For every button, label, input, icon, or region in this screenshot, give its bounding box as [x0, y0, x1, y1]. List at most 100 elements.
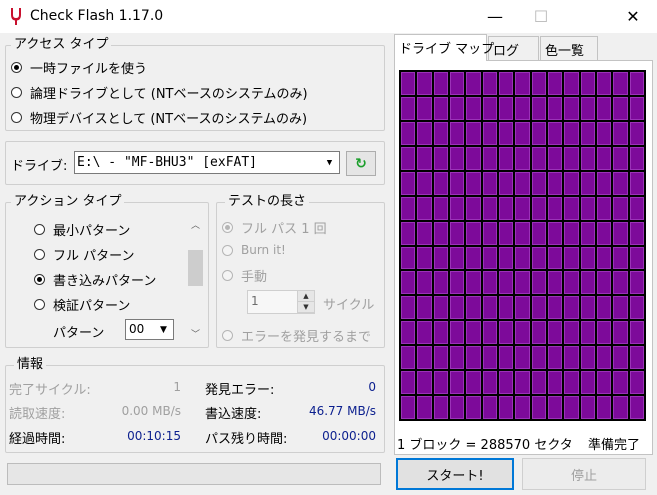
- progress-bar: [7, 463, 381, 485]
- scroll-thumb[interactable]: [188, 250, 203, 286]
- map-block: [465, 170, 482, 196]
- map-block: [432, 395, 449, 420]
- write-speed-label: 書込速度:: [205, 407, 262, 422]
- map-block: [432, 220, 449, 246]
- map-block: [498, 245, 515, 271]
- action-option-verify-pattern[interactable]: 検証パターン: [34, 295, 130, 314]
- map-block: [579, 145, 596, 171]
- map-block: [547, 120, 564, 146]
- map-block: [400, 370, 417, 396]
- map-block: [579, 295, 596, 321]
- access-option-physical-device[interactable]: 物理デバイスとして (NTベースのシステムのみ): [11, 108, 307, 127]
- test-option-manual[interactable]: 手動: [222, 266, 267, 285]
- map-block: [596, 145, 613, 171]
- scroll-up-icon[interactable]: ︿: [187, 216, 204, 233]
- map-block: [416, 395, 433, 420]
- map-block: [449, 170, 466, 196]
- test-option-label: フル パス 1 回: [241, 222, 327, 237]
- map-block: [481, 295, 498, 321]
- map-block: [400, 270, 417, 296]
- map-block: [514, 370, 531, 396]
- window-title: Check Flash 1.17.0: [30, 8, 164, 24]
- access-option-label: 論理ドライブとして (NTベースのシステムのみ): [30, 87, 308, 102]
- map-block: [563, 320, 580, 346]
- map-block: [416, 270, 433, 296]
- map-block: [612, 370, 629, 396]
- map-block: [449, 395, 466, 420]
- refresh-icon: ↻: [355, 155, 367, 172]
- tab-log[interactable]: ログ: [488, 36, 539, 60]
- completed-cycles-label: 完了サイクル:: [9, 383, 91, 398]
- test-option-burn-it[interactable]: Burn it!: [222, 243, 286, 257]
- cycle-spinner[interactable]: 1 ▲ ▼: [247, 290, 315, 314]
- test-length-legend: テストの長さ: [225, 195, 310, 209]
- radio-icon: [11, 87, 22, 98]
- map-block: [596, 195, 613, 221]
- map-block: [628, 220, 645, 246]
- map-block: [498, 170, 515, 196]
- access-option-logical-drive[interactable]: 論理ドライブとして (NTベースのシステムのみ): [11, 83, 308, 102]
- map-block: [547, 295, 564, 321]
- stop-button[interactable]: 停止: [522, 458, 646, 490]
- map-block: [579, 95, 596, 121]
- test-option-until-error[interactable]: エラーを発見するまで: [222, 326, 371, 345]
- map-block: [400, 95, 417, 121]
- tab-label: ログ: [493, 44, 520, 59]
- action-option-full-pattern[interactable]: フル パターン: [34, 245, 134, 264]
- tab-color-list[interactable]: 色一覧: [540, 36, 598, 60]
- map-block: [416, 120, 433, 146]
- map-block: [465, 395, 482, 420]
- map-block: [498, 295, 515, 321]
- elapsed-time-value: 00:10:15: [127, 429, 181, 443]
- map-block: [449, 145, 466, 171]
- map-block: [579, 195, 596, 221]
- tab-drive-map[interactable]: ドライブ マップ: [394, 34, 494, 61]
- map-block: [481, 370, 498, 396]
- action-option-label: 書き込みパターン: [53, 274, 157, 289]
- chevron-down-icon: ▼: [326, 157, 333, 168]
- pattern-label: パターン: [53, 326, 105, 341]
- spin-down-icon[interactable]: ▼: [298, 302, 314, 313]
- map-block: [563, 170, 580, 196]
- action-option-min-pattern[interactable]: 最小パターン: [34, 220, 130, 239]
- map-block: [481, 320, 498, 346]
- map-block: [628, 71, 645, 96]
- action-option-write-pattern[interactable]: 書き込みパターン: [34, 270, 156, 289]
- map-block: [400, 345, 417, 371]
- pattern-select[interactable]: 00 ▼: [125, 319, 174, 340]
- map-block: [612, 245, 629, 271]
- access-option-temp-file[interactable]: 一時ファイルを使う: [11, 58, 147, 77]
- map-block: [547, 170, 564, 196]
- errors-found-label: 発見エラー:: [205, 383, 275, 398]
- map-block: [514, 170, 531, 196]
- map-block: [514, 295, 531, 321]
- scroll-down-icon[interactable]: ﹀: [187, 325, 204, 342]
- spin-up-icon[interactable]: ▲: [298, 291, 314, 302]
- action-scrollbar[interactable]: ︿ ﹀: [187, 216, 204, 342]
- start-button[interactable]: スタート!: [396, 458, 514, 490]
- close-button[interactable]: ✕: [610, 0, 656, 33]
- map-block: [579, 71, 596, 96]
- map-block: [416, 245, 433, 271]
- minimize-button[interactable]: —: [472, 0, 518, 33]
- map-block: [547, 71, 564, 96]
- drive-map-grid: [399, 70, 646, 421]
- map-block: [596, 71, 613, 96]
- map-block: [628, 395, 645, 420]
- map-block: [465, 145, 482, 171]
- map-block: [481, 220, 498, 246]
- drive-select[interactable]: E:\ - "MF-BHU3" [exFAT] ▼: [74, 151, 340, 174]
- map-block: [530, 245, 547, 271]
- map-block: [563, 195, 580, 221]
- map-block: [514, 71, 531, 96]
- action-option-label: 最小パターン: [53, 224, 131, 239]
- map-block: [612, 270, 629, 296]
- maximize-button[interactable]: ☐: [518, 0, 564, 33]
- map-block: [563, 395, 580, 420]
- map-block: [563, 95, 580, 121]
- map-block: [596, 220, 613, 246]
- map-block: [481, 195, 498, 221]
- tab-label: ドライブ マップ: [399, 42, 495, 57]
- refresh-button[interactable]: ↻: [346, 151, 376, 176]
- test-option-full-pass[interactable]: フル パス 1 回: [222, 218, 327, 237]
